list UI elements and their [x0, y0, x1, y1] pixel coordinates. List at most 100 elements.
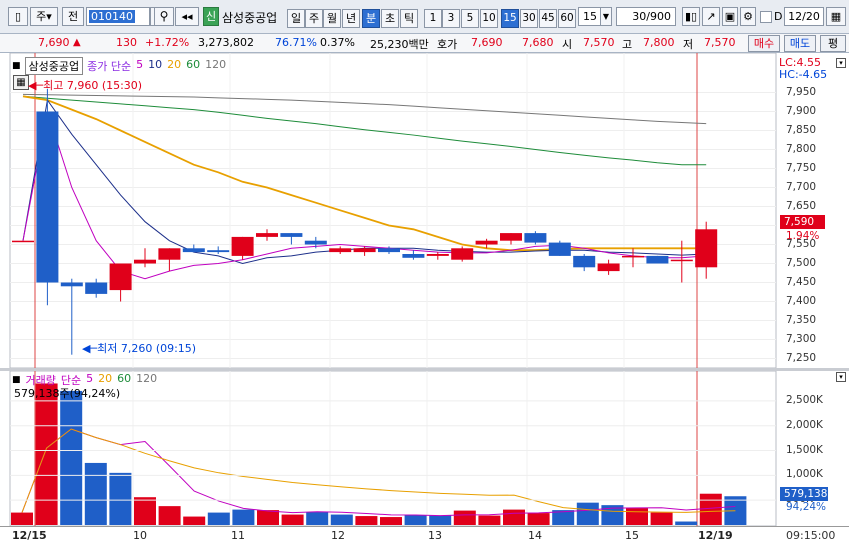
volume-collapse-icon[interactable]: ■: [12, 375, 21, 385]
price-legend-item: 10: [148, 58, 163, 71]
candle-body: [329, 248, 352, 253]
volume-bar: [207, 512, 230, 525]
candle-body: [36, 111, 59, 283]
period-tab[interactable]: 주: [305, 9, 323, 28]
d-checkbox[interactable]: [760, 11, 772, 23]
low-label: 저: [683, 38, 694, 51]
search-icon[interactable]: ⚲: [154, 7, 174, 26]
date-input[interactable]: 12/20: [784, 7, 824, 26]
volume-bar: [699, 493, 722, 525]
hoga-bid: 7,680: [522, 36, 554, 49]
price-legend-item: 120: [205, 58, 227, 71]
price-tick-label: 7,800: [786, 142, 817, 155]
minute-tab[interactable]: 30: [520, 9, 538, 28]
hoga-ask: 7,690: [471, 36, 503, 49]
trade-amount: 25,230백만: [370, 38, 429, 51]
save-icon[interactable]: ▣: [722, 7, 738, 26]
price-tick-label: 7,850: [786, 123, 817, 136]
period-tab[interactable]: 초: [381, 9, 399, 28]
volume-bar: [404, 515, 427, 525]
price-tick-label: 7,400: [786, 294, 817, 307]
low-marker-label: 최저 7,260 (09:15): [97, 342, 197, 355]
candle-body: [524, 233, 547, 243]
trend-line-icon[interactable]: ↗: [702, 7, 720, 26]
volume-bar: [11, 512, 33, 525]
volume-bar: [503, 509, 525, 525]
volume-bar: [158, 506, 181, 525]
buy-button[interactable]: 매수: [748, 35, 780, 52]
volume-bar: [232, 509, 255, 525]
d-checkbox-label: D: [774, 10, 783, 23]
period-tab[interactable]: 분: [362, 9, 380, 28]
gear-icon[interactable]: ⚙: [740, 7, 756, 26]
chart-area[interactable]: [0, 53, 849, 549]
period-tab[interactable]: 월: [323, 9, 341, 28]
candle-body: [304, 240, 327, 245]
price-tick-label: 7,900: [786, 104, 817, 117]
panel-divider[interactable]: [0, 368, 849, 371]
stock-code-input[interactable]: 010140: [86, 7, 150, 26]
period-tab[interactable]: 일: [287, 9, 305, 28]
minute-tab[interactable]: 3: [442, 9, 460, 28]
volume-value: 3,273,802: [198, 36, 254, 49]
minute-tab[interactable]: 1: [424, 9, 442, 28]
speaker-icon[interactable]: ◂◂: [175, 7, 199, 26]
minute-tab[interactable]: 15: [501, 9, 519, 28]
volume-bar: [576, 502, 599, 525]
x-axis-label: 14: [528, 529, 542, 542]
price-tick-label: 7,500: [786, 256, 817, 269]
count-display: 30/900: [616, 7, 676, 26]
x-axis-label: 11: [231, 529, 245, 542]
price-legend-item: 20: [167, 58, 182, 71]
high-marker-label: 최고 7,960 (15:30): [43, 79, 143, 92]
price-change-rate: +1.72%: [145, 36, 190, 49]
price-legend-item: 5: [136, 58, 144, 71]
price-panel-title: 삼성중공업: [24, 57, 84, 75]
crosshair-toggle-icon[interactable]: ▦: [13, 75, 29, 90]
open-price: 7,570: [583, 36, 615, 49]
calendar-icon[interactable]: ▦: [826, 7, 846, 26]
current-rate-tag: 1.94%: [786, 230, 820, 242]
interval-select-value: 15: [583, 10, 597, 23]
volume-bar: [257, 510, 279, 525]
candle-icon[interactable]: ▮▯: [682, 7, 700, 26]
volume-bar: [626, 508, 648, 525]
candle-body: [573, 255, 596, 268]
x-axis-label: 12/19: [698, 529, 733, 542]
volume-bar: [453, 510, 476, 525]
minute-tab[interactable]: 5: [461, 9, 479, 28]
price-change: 130: [116, 36, 137, 49]
candle-body: [12, 240, 34, 243]
minute-tab[interactable]: 60: [558, 9, 576, 28]
period-main-label: 주: [36, 10, 47, 23]
volume-bar: [380, 517, 402, 525]
volume-bar: [675, 521, 698, 525]
interval-chevron-icon[interactable]: ▼: [600, 7, 612, 26]
period-tab[interactable]: 틱: [400, 9, 418, 28]
minute-tab[interactable]: 45: [539, 9, 557, 28]
volume-bar: [306, 512, 329, 525]
minute-tab[interactable]: 10: [480, 9, 498, 28]
volume-bar: [650, 512, 673, 525]
candle-body: [280, 233, 303, 237]
volume-bar: [109, 472, 132, 525]
turnover-rate: 0.37%: [320, 36, 355, 49]
volume-bar: [330, 514, 353, 525]
candle-body: [134, 259, 156, 264]
sell-button[interactable]: 매도: [784, 35, 816, 52]
price-tick-label: 7,650: [786, 199, 817, 212]
volume-tick-label: 2,000K: [786, 418, 823, 431]
period-main-dropdown[interactable]: 주▾: [30, 7, 58, 26]
volume-bar: [281, 514, 304, 525]
period-tab[interactable]: 년: [342, 9, 360, 28]
eval-button[interactable]: 평: [820, 35, 846, 52]
collapse-icon[interactable]: ■: [12, 61, 21, 71]
low-marker: ◀─최저 7,260 (09:15): [82, 340, 196, 356]
high-label: 고: [622, 38, 633, 51]
candle-body: [646, 255, 669, 264]
high-marker: ◀─최고 7,960 (15:30): [28, 77, 142, 93]
prev-button[interactable]: 전: [62, 7, 84, 26]
candle-body: [207, 250, 230, 253]
layout-icon[interactable]: ▯: [8, 7, 28, 26]
volume-bar: [134, 497, 156, 525]
